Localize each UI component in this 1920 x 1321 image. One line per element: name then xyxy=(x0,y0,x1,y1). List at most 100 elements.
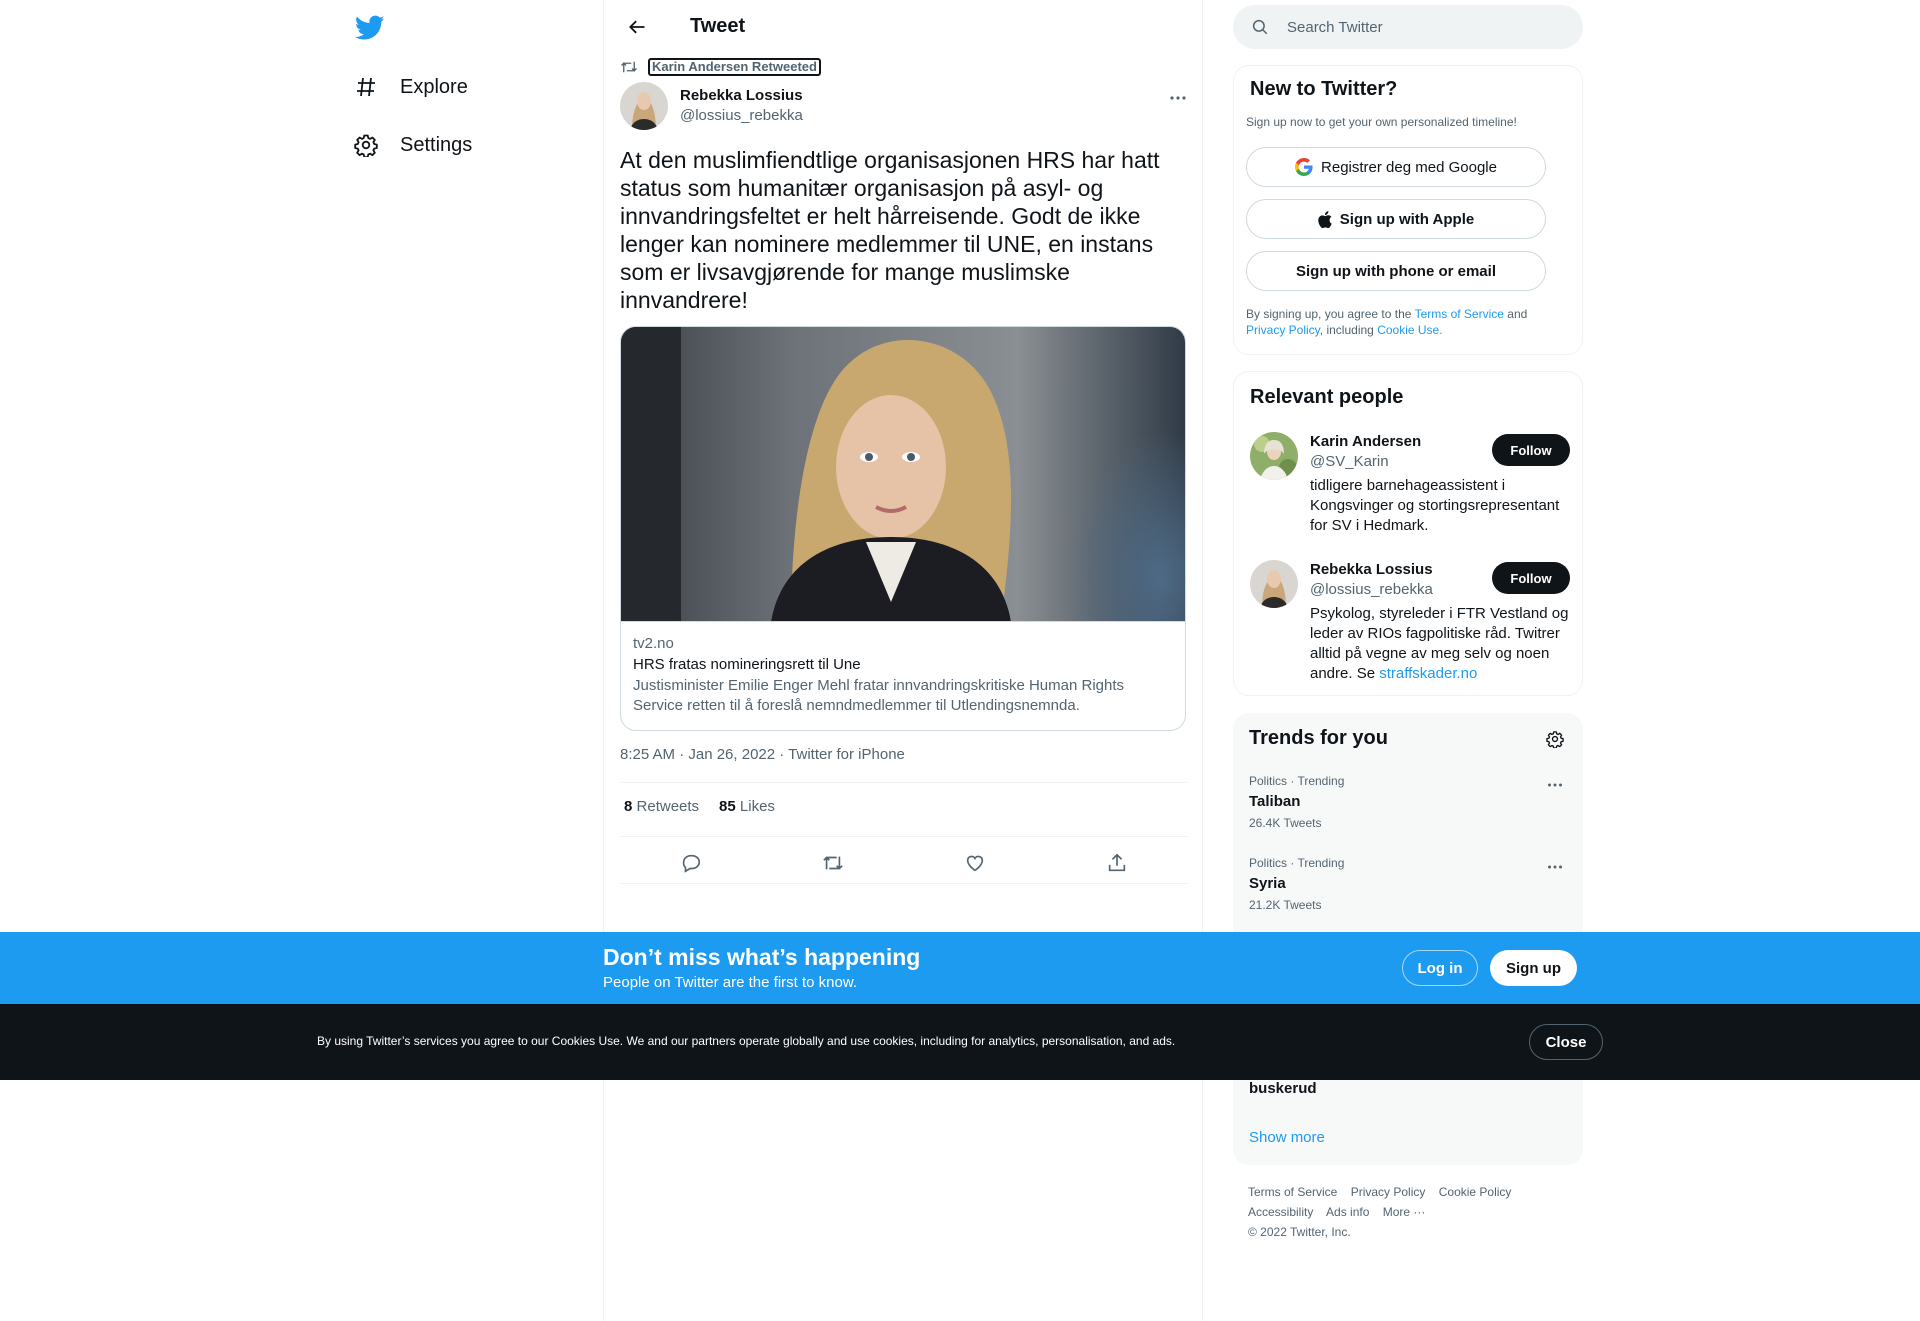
card-domain: tv2.no xyxy=(633,635,674,652)
phone-email-signup-button[interactable]: Sign up with phone or email xyxy=(1246,251,1546,291)
person-handle: @lossius_rebekka xyxy=(1310,581,1433,598)
cookie-link[interactable]: Cookie Use. xyxy=(1377,323,1442,337)
footer-link[interactable]: Privacy Policy xyxy=(1351,1185,1426,1199)
cookie-text: By using Twitter’s services you agree to… xyxy=(317,1034,1176,1048)
tweet-author: Rebekka Lossius @lossius_rebekka xyxy=(620,82,1190,130)
search-box[interactable] xyxy=(1233,5,1583,49)
card-description: Justisminister Emilie Enger Mehl fratar … xyxy=(633,677,1125,714)
hashtag-icon xyxy=(352,73,380,101)
twitter-bird-icon[interactable] xyxy=(352,10,388,46)
bio-link[interactable]: straffskader.no xyxy=(1379,665,1477,682)
card-title: HRS fratas nomineringsrett til Une xyxy=(633,656,861,673)
retweets-label: Retweets xyxy=(636,798,700,815)
footer-link[interactable]: Terms of Service xyxy=(1248,1185,1337,1199)
trend-name: Syria xyxy=(1249,875,1286,892)
author-name[interactable]: Rebekka Lossius xyxy=(680,86,803,106)
legal-including: , including xyxy=(1319,323,1374,337)
tweet-timestamp[interactable]: 8:25 AM · Jan 26, 2022 · Twitter for iPh… xyxy=(620,746,905,763)
author-handle[interactable]: @lossius_rebekka xyxy=(680,106,803,126)
avatar[interactable] xyxy=(1250,432,1298,480)
person-card[interactable]: Rebekka Lossius @lossius_rebekka Psykolo… xyxy=(1250,560,1570,690)
likes-count: 85 xyxy=(719,798,736,815)
divider xyxy=(620,836,1188,837)
google-icon xyxy=(1295,158,1313,176)
trend-name-partial[interactable]: buskerud xyxy=(1249,1080,1317,1097)
privacy-link[interactable]: Privacy Policy xyxy=(1246,323,1320,337)
footer-links: Terms of Service Privacy Policy Cookie P… xyxy=(1248,1182,1568,1242)
retweets-count: 8 xyxy=(624,798,633,815)
trend-item[interactable]: Politics · Trending Syria 21.2K Tweets xyxy=(1249,855,1567,925)
gear-icon[interactable] xyxy=(1543,727,1567,751)
person-name[interactable]: Karin Andersen xyxy=(1310,432,1421,452)
more-icon[interactable] xyxy=(1166,86,1190,110)
tweet-column: Tweet Karin Andersen Retweeted Rebekka L… xyxy=(603,0,1203,1321)
trend-count: 21.2K Tweets xyxy=(1249,898,1322,912)
login-bar-subtitle: People on Twitter are the first to know. xyxy=(603,974,858,991)
phone-email-signup-label: Sign up with phone or email xyxy=(1295,262,1496,280)
trend-name: Taliban xyxy=(1249,793,1301,810)
signup-button[interactable]: Sign up xyxy=(1490,950,1577,986)
avatar[interactable] xyxy=(620,82,668,130)
card-image xyxy=(621,327,1185,622)
footer-link[interactable]: Ads info xyxy=(1326,1205,1369,1219)
reply-icon[interactable] xyxy=(674,846,708,880)
legal-and: and xyxy=(1507,307,1528,321)
nav-explore-label: Explore xyxy=(400,75,468,98)
nav-settings[interactable]: Settings xyxy=(352,121,472,169)
avatar[interactable] xyxy=(1250,560,1298,608)
back-button[interactable] xyxy=(620,10,654,44)
link-card[interactable]: tv2.no HRS fratas nomineringsrett til Un… xyxy=(620,326,1186,731)
login-bar-title: Don’t miss what’s happening xyxy=(603,944,921,970)
trend-item[interactable]: Politics · Trending Taliban 26.4K Tweets xyxy=(1249,773,1567,843)
apple-icon xyxy=(1318,210,1332,228)
apple-signup-button[interactable]: Sign up with Apple xyxy=(1246,199,1546,239)
footer-link[interactable]: Accessibility xyxy=(1248,1205,1313,1219)
nav-explore[interactable]: Explore xyxy=(352,63,468,111)
retweet-icon[interactable] xyxy=(816,846,850,880)
google-signup-button[interactable]: Registrer deg med Google xyxy=(1246,147,1546,187)
footer-link[interactable]: Cookie Policy xyxy=(1439,1185,1512,1199)
likes-label: Likes xyxy=(739,798,775,815)
new-to-twitter-title: New to Twitter? xyxy=(1250,78,1398,100)
close-button[interactable]: Close xyxy=(1529,1024,1603,1060)
retweets-stat[interactable]: 8 Retweets xyxy=(624,798,699,815)
person-name[interactable]: Rebekka Lossius xyxy=(1310,560,1433,580)
legal-prefix: By signing up, you agree to the xyxy=(1246,307,1412,321)
footer-link[interactable]: More ··· xyxy=(1383,1205,1426,1219)
relevant-people-title: Relevant people xyxy=(1250,386,1404,408)
search-icon xyxy=(1252,19,1268,35)
tweet-header: Tweet xyxy=(604,0,1202,53)
gear-icon xyxy=(352,131,380,159)
like-icon[interactable] xyxy=(958,846,992,880)
terms-link[interactable]: Terms of Service xyxy=(1415,307,1504,321)
relevant-people-panel: Relevant people Karin Andersen @SV_Karin… xyxy=(1233,371,1583,696)
share-icon[interactable] xyxy=(1100,846,1134,880)
trend-count: 26.4K Tweets xyxy=(1249,816,1322,830)
follow-button[interactable]: Follow xyxy=(1492,562,1570,594)
signup-legal: By signing up, you agree to the Terms of… xyxy=(1246,306,1566,338)
tweet-stats: 8 Retweets 85 Likes xyxy=(624,798,795,815)
person-card[interactable]: Karin Andersen @SV_Karin tidligere barne… xyxy=(1250,432,1570,542)
more-icon[interactable] xyxy=(1543,773,1567,797)
nav-settings-label: Settings xyxy=(400,133,473,156)
show-more-link[interactable]: Show more xyxy=(1249,1129,1325,1146)
retweet-context-label[interactable]: Karin Andersen Retweeted xyxy=(648,58,821,76)
divider xyxy=(620,782,1188,783)
more-icon[interactable] xyxy=(1543,855,1567,879)
search-input[interactable] xyxy=(1287,18,1547,36)
tweet-text: At den muslimfiendtlige organisasjonen H… xyxy=(620,147,1160,313)
trend-meta: Politics · Trending xyxy=(1249,856,1345,870)
retweet-icon xyxy=(621,61,637,73)
apple-signup-label: Sign up with Apple xyxy=(1339,210,1475,228)
divider xyxy=(620,883,1188,884)
trends-title: Trends for you xyxy=(1249,727,1388,749)
tweet-actions xyxy=(620,846,1188,876)
likes-stat[interactable]: 85 Likes xyxy=(719,798,775,815)
login-button[interactable]: Log in xyxy=(1402,950,1478,986)
copyright: © 2022 Twitter, Inc. xyxy=(1248,1225,1351,1239)
follow-button[interactable]: Follow xyxy=(1492,434,1570,466)
arrow-left-icon xyxy=(629,20,645,33)
new-to-twitter-panel: New to Twitter? Sign up now to get your … xyxy=(1233,65,1583,355)
trend-meta: Politics · Trending xyxy=(1249,774,1345,788)
person-bio: tidligere barnehageassistent i Kongsving… xyxy=(1310,477,1560,534)
